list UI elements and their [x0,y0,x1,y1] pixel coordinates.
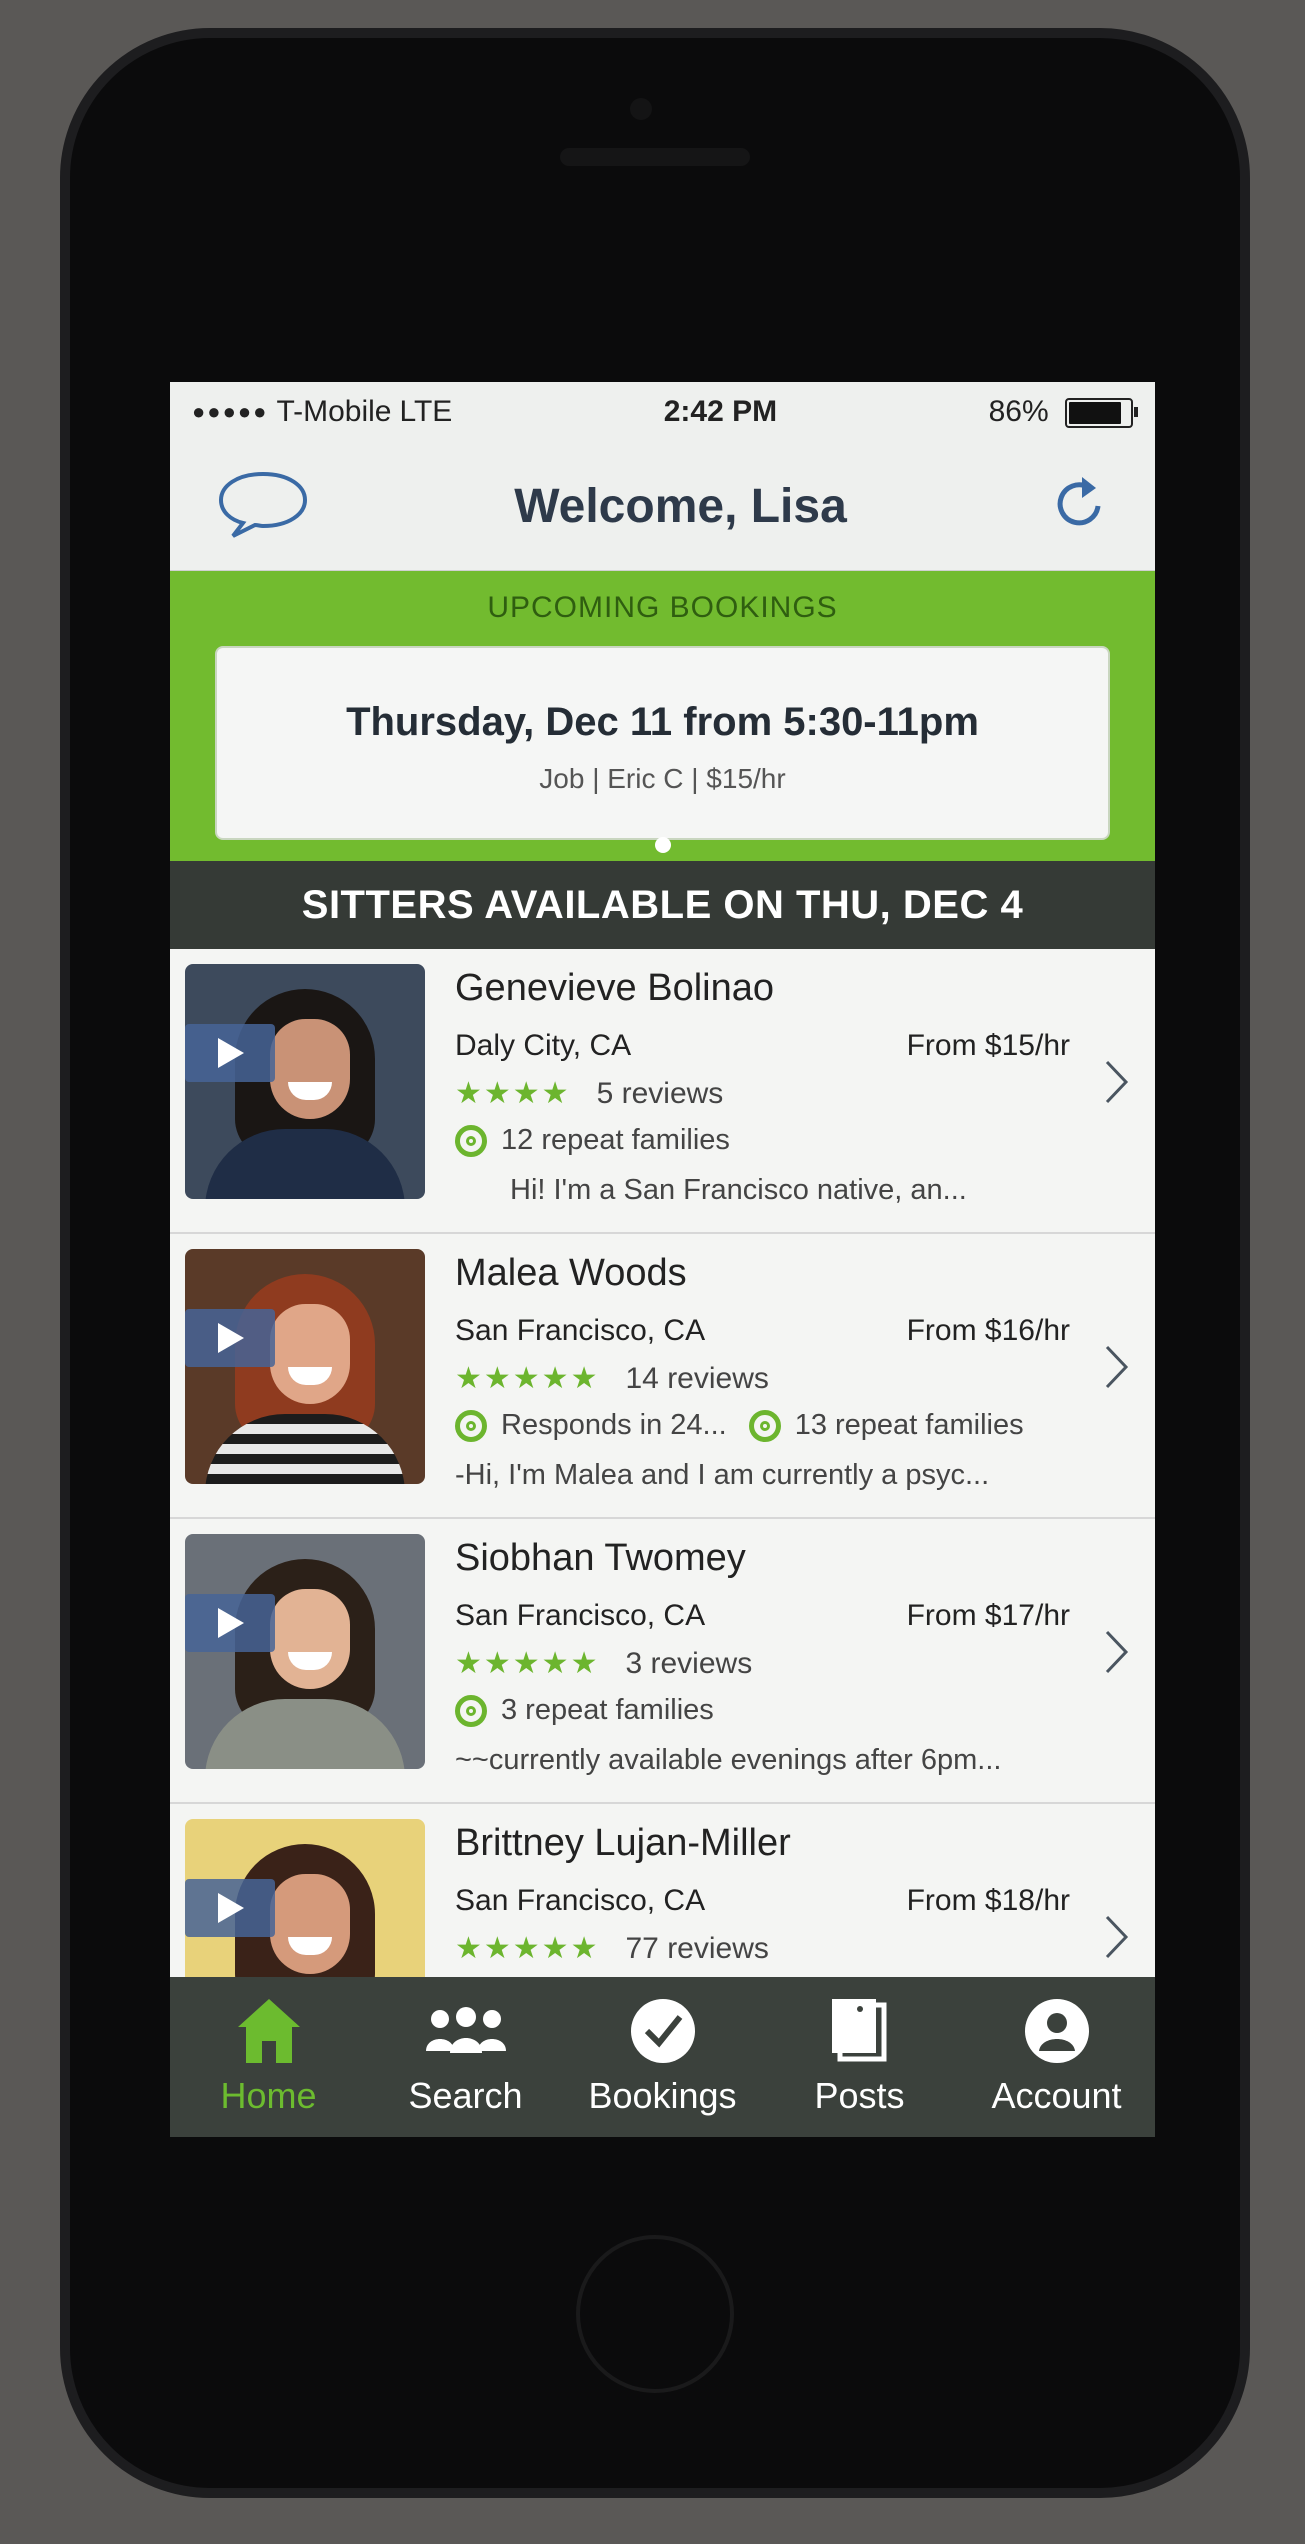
sitter-name: Brittney Lujan-Miller [455,1822,791,1864]
sitter-city: San Francisco, CA [455,1599,706,1632]
chat-bubble-icon[interactable] [215,468,311,545]
tab-bookings[interactable]: Bookings [568,1977,758,2117]
play-icon[interactable] [185,1879,275,1937]
tab-bar: Home Search Bookings Posts Account [170,1977,1155,2137]
sitter-badges: 3 repeat families [455,1694,714,1727]
review-count: 3 reviews [625,1646,753,1680]
sitter-bio: ~~currently available evenings after 6pm… [455,1744,1002,1776]
star-rating: ★★★★ [455,1077,571,1110]
sitter-bio: Hi! I'm a San Francisco native, an... [510,1174,967,1206]
badge-text: 3 repeat families [501,1694,714,1726]
tab-label: Posts [814,2075,905,2116]
repeat-families-icon [455,1694,487,1727]
chevron-right-icon[interactable] [1104,1914,1130,1972]
sitter-city: San Francisco, CA [455,1314,706,1347]
sitter-photo[interactable] [185,1249,425,1484]
sitter-city: Daly City, CA [455,1029,632,1062]
status-bar: ●●●●● T-Mobile LTE 2:42 PM 86% [170,382,1155,442]
clock: 2:42 PM [663,395,778,428]
people-icon [425,2007,506,2053]
sitter-rating: ★★★★★ 3 reviews [455,1646,752,1681]
sitter-row[interactable]: Malea Woods San Francisco, CA From $16/h… [170,1234,1155,1519]
document-icon [831,1999,886,2062]
review-count: 5 reviews [596,1076,724,1110]
repeat-families-icon [748,1409,781,1442]
sitter-badges: Responds in 24... 13 repeat families [455,1409,1024,1442]
star-rating: ★★★★★ [455,1932,600,1965]
sitter-badges: 12 repeat families [455,1124,730,1157]
chevron-right-icon[interactable] [1104,1629,1130,1687]
repeat-families-icon [455,1124,487,1157]
tab-label: Account [991,2075,1122,2116]
page-indicator[interactable] [654,837,671,853]
badge-text: 13 repeat families [794,1409,1024,1441]
tab-label: Search [408,2075,523,2116]
upcoming-bookings-label: UPCOMING BOOKINGS [487,591,838,624]
play-icon[interactable] [185,1309,275,1367]
badge-text: 12 repeat families [501,1124,730,1156]
sitter-price: From $15/hr [906,1029,1070,1062]
checkmark-circle-icon [630,1999,695,2063]
review-count: 14 reviews [625,1361,769,1395]
response-time-icon [455,1409,487,1442]
home-icon [237,1999,300,2063]
sitter-price: From $18/hr [906,1884,1070,1917]
nav-bar: Welcome, Lisa [170,442,1155,571]
booking-date: Thursday, Dec 11 from 5:30-11pm [346,700,979,744]
play-icon[interactable] [185,1024,275,1082]
review-count: 77 reviews [625,1931,769,1965]
star-rating: ★★★★★ [455,1362,600,1395]
sitter-rating: ★★★★★ 14 reviews [455,1361,769,1396]
star-rating: ★★★★★ [455,1647,600,1680]
sitter-photo[interactable] [185,964,425,1199]
network-type: LTE [399,395,453,428]
sitter-name: Malea Woods [455,1252,687,1294]
sitter-price: From $17/hr [906,1599,1070,1632]
battery-percent: 86% [988,395,1049,428]
earpiece [560,148,750,166]
signal-dots: ●●●●● [192,399,269,424]
tab-posts[interactable]: Posts [765,1977,955,2117]
play-icon[interactable] [185,1594,275,1652]
sitter-name: Siobhan Twomey [455,1537,746,1579]
sitter-row[interactable]: Genevieve Bolinao Daly City, CA From $15… [170,949,1155,1234]
tab-label: Bookings [588,2075,737,2116]
booking-meta: Job | Eric C | $15/hr [539,763,786,794]
upcoming-bookings-banner: UPCOMING BOOKINGS Thursday, Dec 11 from … [170,571,1155,861]
refresh-icon[interactable] [1050,472,1110,541]
sitter-photo[interactable] [185,1534,425,1769]
tab-home[interactable]: Home [174,1977,364,2117]
front-camera [630,98,652,120]
booking-card[interactable]: Thursday, Dec 11 from 5:30-11pm Job | Er… [215,646,1110,840]
chevron-right-icon[interactable] [1104,1344,1130,1402]
carrier: T-Mobile [276,395,392,428]
sitters-header: SITTERS AVAILABLE ON THU, DEC 4 [170,861,1155,949]
sitter-rating: ★★★★★ 77 reviews [455,1931,769,1966]
sitter-bio: -Hi, I'm Malea and I am currently a psyc… [455,1459,990,1491]
sitter-city: San Francisco, CA [455,1884,706,1917]
badge-text: Responds in 24... [501,1409,727,1441]
app-screen: ●●●●● T-Mobile LTE 2:42 PM 86% Welcome, … [170,382,1155,2137]
sitter-row[interactable]: Siobhan Twomey San Francisco, CA From $1… [170,1519,1155,1804]
account-icon [1024,1999,1089,2063]
battery-icon [1064,398,1138,429]
sitter-name: Genevieve Bolinao [455,967,774,1009]
home-hardware-button[interactable] [576,2235,734,2393]
tab-label: Home [220,2075,317,2116]
sitter-price: From $16/hr [906,1314,1070,1347]
chevron-right-icon[interactable] [1104,1059,1130,1117]
page-title: Welcome, Lisa [514,479,847,533]
tab-account[interactable]: Account [962,1977,1152,2117]
sitter-rating: ★★★★ 5 reviews [455,1076,723,1111]
tab-search[interactable]: Search [371,1977,561,2117]
